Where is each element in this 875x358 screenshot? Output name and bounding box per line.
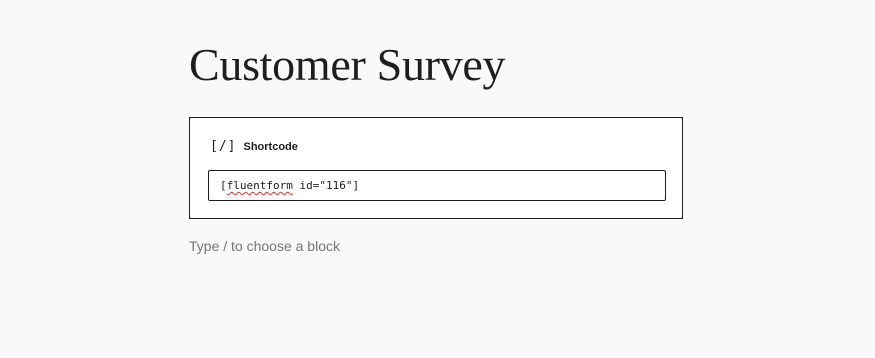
post-title[interactable]: Customer Survey bbox=[189, 36, 506, 94]
block-label: Shortcode bbox=[243, 141, 298, 153]
shortcode-icon: [/] bbox=[210, 139, 237, 154]
shortcode-value-suffix: id="116"] bbox=[292, 179, 360, 192]
block-header: [/] Shortcode bbox=[210, 138, 298, 156]
editor-canvas: Customer Survey [/] Shortcode [fluentfor… bbox=[0, 0, 875, 358]
shortcode-value-word: fluentform bbox=[226, 179, 293, 192]
shortcode-input[interactable]: [fluentform id="116"] bbox=[208, 170, 666, 201]
shortcode-block[interactable]: [/] Shortcode [fluentform id="116"] bbox=[189, 117, 683, 219]
block-appender[interactable]: Type / to choose a block bbox=[189, 237, 340, 255]
shortcode-value-prefix: [ bbox=[220, 179, 227, 192]
